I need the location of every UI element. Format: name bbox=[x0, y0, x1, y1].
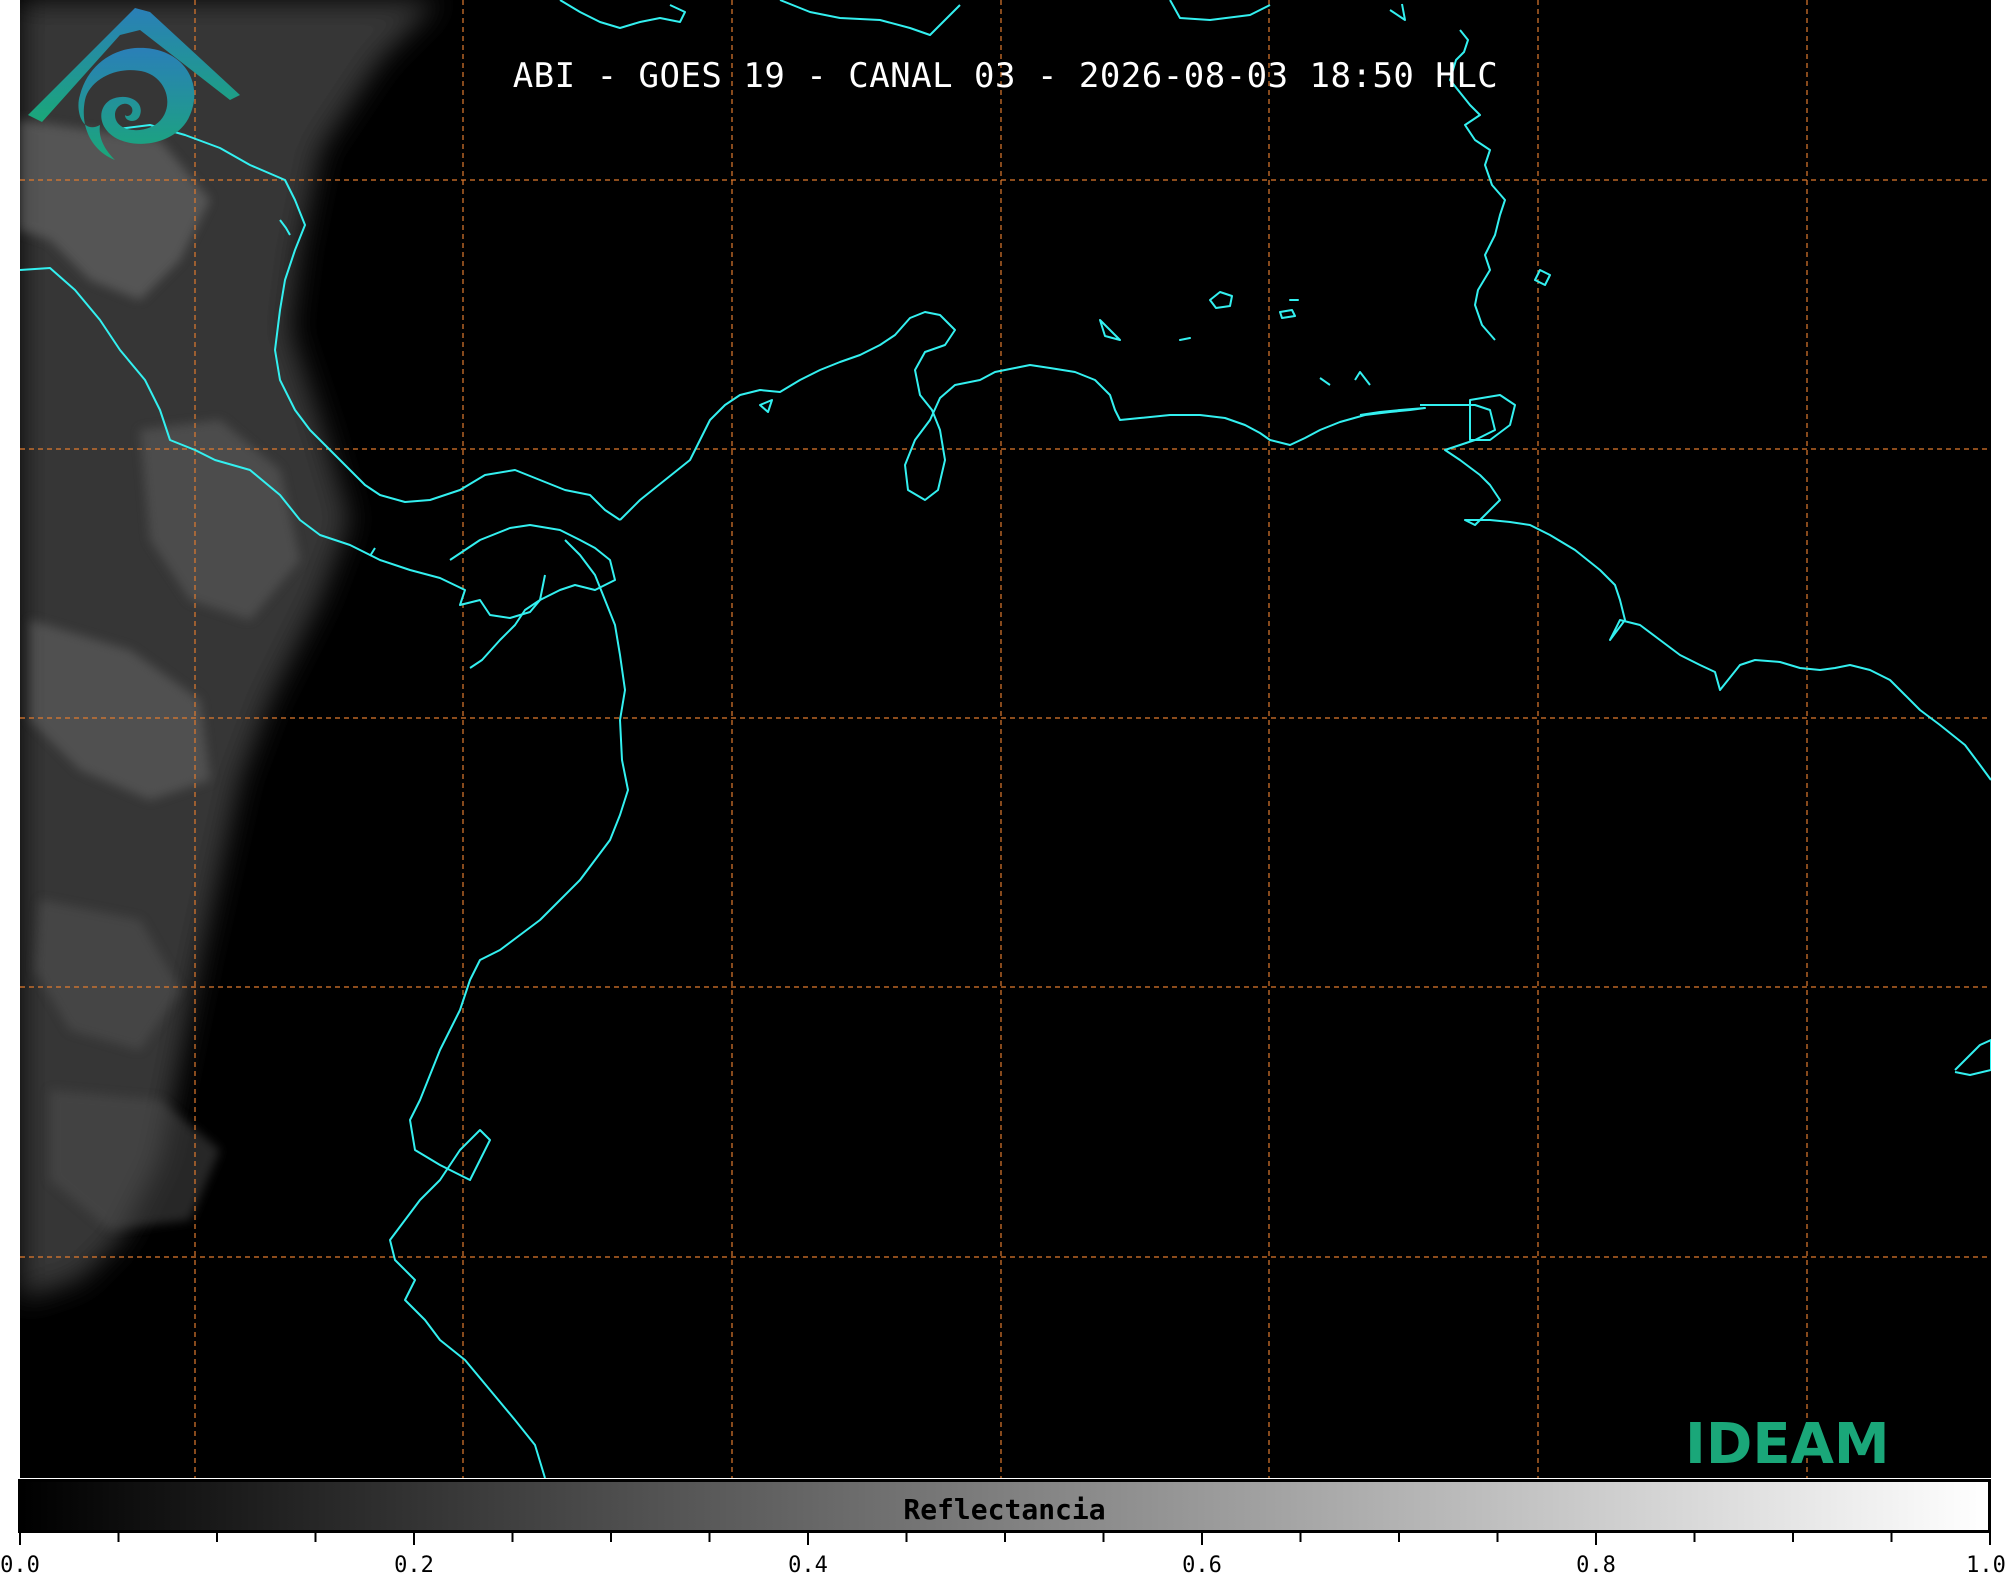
map-title: ABI - GOES 19 - CANAL 03 - 2026-08-03 18… bbox=[512, 56, 1499, 96]
coastline-greater-antilles bbox=[559, 0, 1406, 36]
colorbar-label: Reflectancia bbox=[903, 1493, 1106, 1526]
colorbar-ticks bbox=[19, 1533, 1991, 1545]
coastline-caribbean-colombia bbox=[619, 311, 1426, 521]
colorbar-tick-label: 0.0 bbox=[0, 1553, 40, 1578]
coastline-colombia-pacific bbox=[389, 539, 629, 1478]
colorbar: Reflectancia bbox=[18, 1479, 1991, 1533]
colorbar-tick-label: 1.0 bbox=[1966, 1553, 2006, 1578]
graticule bbox=[20, 0, 1991, 1478]
colorbar-tick-label: 0.6 bbox=[1182, 1553, 1222, 1578]
coastline-brazil-east bbox=[1954, 1039, 1991, 1076]
coastlines bbox=[20, 0, 1991, 1478]
satellite-map: ABI - GOES 19 - CANAL 03 - 2026-08-03 18… bbox=[20, 0, 1991, 1478]
coastline-aruba-curacao bbox=[1209, 291, 1296, 319]
colorbar-tick-label: 0.4 bbox=[788, 1553, 828, 1578]
ideam-logo-icon bbox=[28, 8, 240, 160]
colorbar-tick-label: 0.2 bbox=[394, 1553, 434, 1578]
coastline-panama bbox=[449, 524, 616, 669]
ideam-logo-text: IDEAM bbox=[1685, 1412, 1890, 1477]
coastline-small-islands bbox=[279, 219, 1551, 557]
colorbar-tick-label: 0.8 bbox=[1576, 1553, 1616, 1578]
map-canvas bbox=[20, 0, 1991, 1478]
coastline-venezuela bbox=[1420, 404, 1991, 781]
